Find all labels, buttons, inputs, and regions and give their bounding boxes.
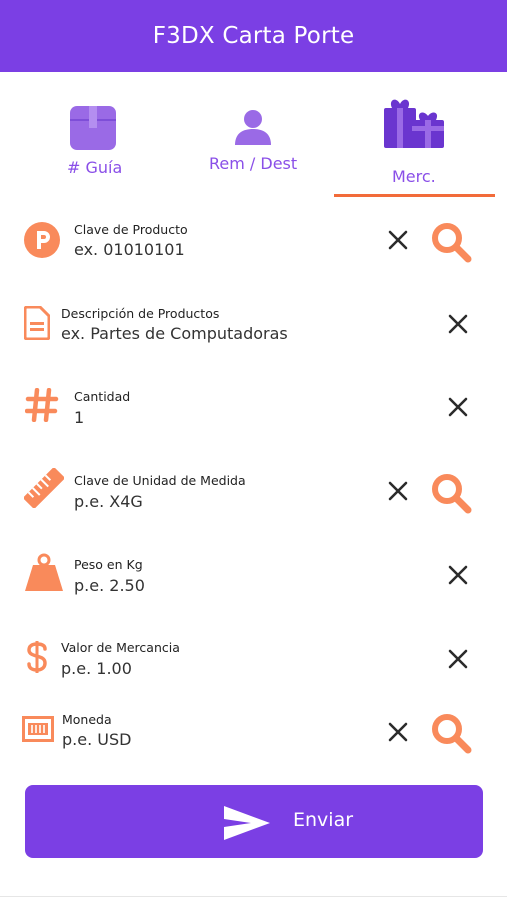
field-cantidad[interactable]: Cantidad 1 [0,376,507,460]
field-valor-mercancia[interactable]: Valor de Mercancia p.e. 1.00 [0,628,507,712]
field-label: Moneda [62,712,112,727]
field-clave-unidad-medida[interactable]: Clave de Unidad de Medida p.e. X4G [0,460,507,544]
field-value[interactable]: p.e. USD [62,730,131,749]
gifts-icon [384,99,444,148]
field-label: Clave de Unidad de Medida [74,473,246,488]
field-peso-kg[interactable]: Peso en Kg p.e. 2.50 [0,544,507,628]
clear-icon[interactable] [385,227,411,253]
field-value[interactable]: p.e. 1.00 [61,659,132,678]
search-icon[interactable] [430,472,474,516]
field-label: Peso en Kg [74,557,143,572]
hash-icon [25,388,59,422]
field-value[interactable]: p.e. X4G [74,492,143,511]
weight-icon [25,553,63,591]
field-label: Valor de Mercancia [61,640,180,655]
box-icon [70,106,116,150]
ruler-icon [24,468,64,508]
field-label: Descripción de Productos [61,306,220,321]
app-bar: F3DX Carta Porte [0,0,507,72]
field-value[interactable]: p.e. 2.50 [74,576,145,595]
banknote-icon [22,716,54,742]
tab-label: Merc. [392,167,436,186]
clear-icon[interactable] [385,719,411,745]
field-descripcion-productos[interactable]: Descripción de Productos ex. Partes de C… [0,292,507,376]
app-title: F3DX Carta Porte [152,23,355,49]
clear-icon[interactable] [445,562,471,588]
field-moneda[interactable]: Moneda p.e. USD [0,706,507,790]
field-label: Clave de Producto [74,222,188,237]
bottom-divider [0,896,507,897]
field-label: Cantidad [74,389,131,404]
tab-bar: # Guía Rem / Dest Merc. [0,72,507,198]
search-icon[interactable] [430,221,474,265]
parking-p-icon [24,222,60,258]
clear-icon[interactable] [445,394,471,420]
clear-icon[interactable] [445,646,471,672]
field-value[interactable]: 1 [74,408,84,427]
enviar-button-label: Enviar [293,809,354,831]
clear-icon[interactable] [385,478,411,504]
field-value[interactable]: ex. Partes de Computadoras [61,324,288,343]
tab-merc[interactable]: Merc. [334,72,503,198]
tab-label: Rem / Dest [209,154,298,173]
tab-guia[interactable]: # Guía [8,72,177,198]
selected-tab-indicator [334,194,495,197]
field-clave-producto[interactable]: Clave de Producto ex. 01010101 [0,208,507,292]
send-icon [224,806,270,840]
person-icon [235,110,271,145]
clear-icon[interactable] [445,311,471,337]
enviar-button[interactable]: Enviar [25,785,483,858]
tab-rem-dest[interactable]: Rem / Dest [169,72,338,198]
dollar-icon [27,641,47,673]
field-value[interactable]: ex. 01010101 [74,240,185,259]
tab-label: # Guía [67,158,123,177]
document-icon [24,306,50,340]
search-icon[interactable] [430,712,474,756]
